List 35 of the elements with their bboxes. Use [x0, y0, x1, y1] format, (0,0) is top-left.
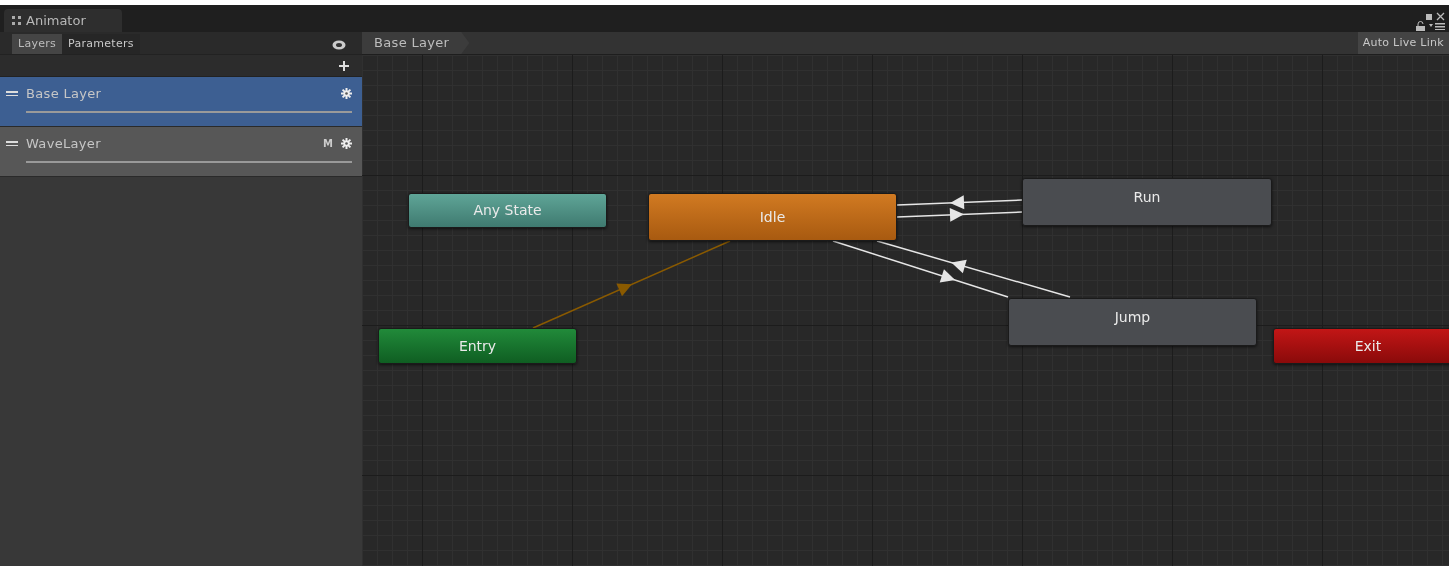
- graph-canvas[interactable]: Any State Idle Run Jump Entry Exit: [362, 55, 1449, 566]
- weight-slider[interactable]: [26, 110, 352, 113]
- breadcrumb[interactable]: Base Layer: [362, 32, 470, 54]
- layer-item[interactable]: Base Layer: [0, 77, 362, 127]
- state-node[interactable]: Entry: [378, 328, 577, 364]
- transition-arrow[interactable]: [876, 240, 1071, 298]
- gear-icon[interactable]: [341, 88, 352, 100]
- close-icon[interactable]: [1436, 12, 1445, 21]
- padlock-icon[interactable]: [1416, 21, 1425, 31]
- state-node[interactable]: Run: [1022, 178, 1272, 226]
- state-node[interactable]: Exit: [1273, 328, 1449, 364]
- transition-arrow[interactable]: [896, 207, 1023, 222]
- window-tab[interactable]: Animator: [4, 9, 122, 32]
- weight-slider[interactable]: [26, 160, 352, 163]
- transition-arrow[interactable]: [832, 240, 1009, 298]
- mask-label: M: [323, 137, 333, 152]
- eye-icon[interactable]: [332, 40, 346, 50]
- window-title: Animator: [26, 11, 86, 30]
- panel-tab[interactable]: Layers: [12, 34, 63, 54]
- panel-tab[interactable]: Parameters: [62, 34, 140, 54]
- menu-icon[interactable]: [1429, 22, 1445, 30]
- maximize-icon[interactable]: [1426, 13, 1432, 20]
- grid-dots-icon: [12, 15, 22, 26]
- layer-item[interactable]: WaveLayer M: [0, 127, 362, 177]
- state-node[interactable]: Any State: [408, 193, 607, 228]
- drag-handle-icon[interactable]: [6, 141, 18, 147]
- drag-handle-icon[interactable]: [6, 91, 18, 97]
- layer-name: WaveLayer: [26, 135, 101, 153]
- add-icon[interactable]: [339, 60, 349, 71]
- layer-name: Base Layer: [26, 85, 102, 103]
- transition-arrow[interactable]: [896, 195, 1023, 210]
- auto-live-link-button[interactable]: Auto Live Link: [1357, 32, 1449, 54]
- state-node[interactable]: Idle: [648, 193, 897, 241]
- state-node[interactable]: Jump: [1008, 298, 1257, 346]
- gear-icon[interactable]: [341, 138, 352, 150]
